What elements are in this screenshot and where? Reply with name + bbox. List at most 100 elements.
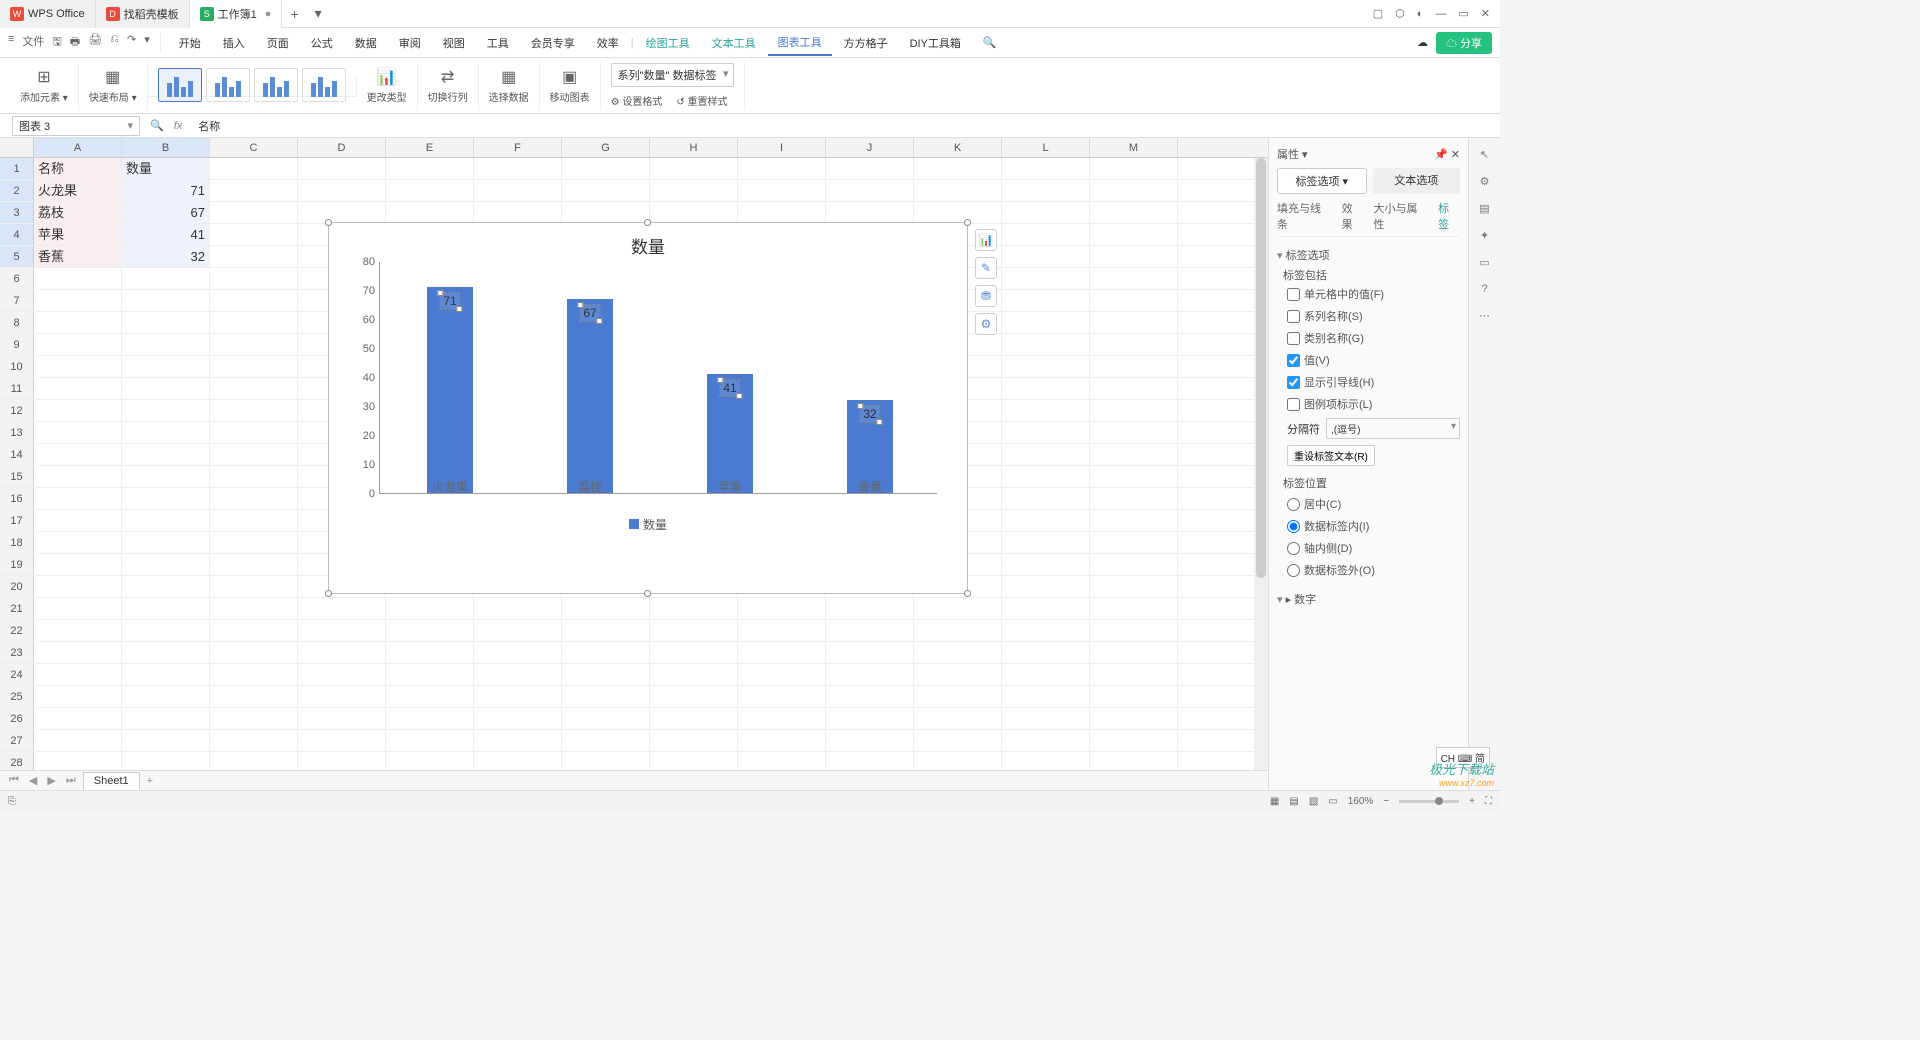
book-tool-icon[interactable]: ▭ (1479, 256, 1489, 269)
cell-M14[interactable] (1090, 444, 1178, 465)
cell-L14[interactable] (1002, 444, 1090, 465)
cell-F27[interactable] (474, 730, 562, 751)
chart-style-4[interactable] (302, 68, 346, 102)
row-header-17[interactable]: 17 (0, 510, 34, 531)
cell-M10[interactable] (1090, 356, 1178, 377)
cell-F26[interactable] (474, 708, 562, 729)
menu-charttools[interactable]: 图表工具 (768, 30, 832, 56)
data-label-2[interactable]: 41 (720, 380, 739, 396)
cell-B16[interactable] (122, 488, 210, 509)
cell-A14[interactable] (34, 444, 122, 465)
cell-A18[interactable] (34, 532, 122, 553)
cell-D26[interactable] (298, 708, 386, 729)
cell-B2[interactable]: 71 (122, 180, 210, 201)
cell-H24[interactable] (650, 664, 738, 685)
cell-I1[interactable] (738, 158, 826, 179)
cell-A25[interactable] (34, 686, 122, 707)
cell-D21[interactable] (298, 598, 386, 619)
check-3[interactable]: 值(V) (1277, 349, 1460, 371)
cell-B25[interactable] (122, 686, 210, 707)
cell-M3[interactable] (1090, 202, 1178, 223)
row-header-21[interactable]: 21 (0, 598, 34, 619)
reset-label-text-button[interactable]: 重设标签文本(R) (1287, 445, 1375, 466)
cell-M15[interactable] (1090, 466, 1178, 487)
col-header-H[interactable]: H (650, 138, 738, 157)
row-header-1[interactable]: 1 (0, 158, 34, 179)
cell-L24[interactable] (1002, 664, 1090, 685)
cell-A6[interactable] (34, 268, 122, 289)
cell-A16[interactable] (34, 488, 122, 509)
cell-G2[interactable] (562, 180, 650, 201)
cell-A4[interactable]: 苹果 (34, 224, 122, 245)
settings-tool-icon[interactable]: ⚙ (1480, 175, 1490, 188)
section-label-options[interactable]: 标签选项 (1277, 243, 1460, 267)
cell-J27[interactable] (826, 730, 914, 751)
cell-M4[interactable] (1090, 224, 1178, 245)
cell-G24[interactable] (562, 664, 650, 685)
cell-B3[interactable]: 67 (122, 202, 210, 223)
cell-F24[interactable] (474, 664, 562, 685)
cell-K2[interactable] (914, 180, 1002, 201)
radio-0[interactable]: 居中(C) (1277, 493, 1460, 515)
chart-style-2[interactable] (206, 68, 250, 102)
row-header-27[interactable]: 27 (0, 730, 34, 751)
cell-D24[interactable] (298, 664, 386, 685)
cell-G27[interactable] (562, 730, 650, 751)
print-preview-icon[interactable]: 🖨 (88, 33, 102, 52)
subtab-label[interactable]: 标签 (1438, 200, 1460, 232)
cell-H3[interactable] (650, 202, 738, 223)
select-all-corner[interactable] (0, 138, 34, 157)
close-icon[interactable]: ● (265, 8, 272, 20)
chart-side-edit-icon[interactable]: ✎ (975, 257, 997, 279)
cell-B20[interactable] (122, 576, 210, 597)
view-break-icon[interactable]: ▧ (1309, 796, 1318, 807)
cell-E25[interactable] (386, 686, 474, 707)
cell-D1[interactable] (298, 158, 386, 179)
cell-I27[interactable] (738, 730, 826, 751)
cell-I22[interactable] (738, 620, 826, 641)
ribbon-quick-layout[interactable]: ▦快速布局 ▾ (79, 62, 148, 110)
cell-C6[interactable] (210, 268, 298, 289)
cell-E27[interactable] (386, 730, 474, 751)
cell-M27[interactable] (1090, 730, 1178, 751)
cell-C26[interactable] (210, 708, 298, 729)
chart-bar-2[interactable]: 41 (707, 374, 753, 493)
data-label-0[interactable]: 71 (440, 293, 459, 309)
cell-L7[interactable] (1002, 290, 1090, 311)
radio-3[interactable]: 数据标签外(O) (1277, 559, 1460, 581)
menu-formula[interactable]: 公式 (301, 31, 343, 55)
subtab-effect[interactable]: 效果 (1342, 200, 1364, 232)
sheet-nav-next[interactable]: ▶ (44, 774, 58, 787)
cell-L16[interactable] (1002, 488, 1090, 509)
cell-K23[interactable] (914, 642, 1002, 663)
row-header-25[interactable]: 25 (0, 686, 34, 707)
cell-H27[interactable] (650, 730, 738, 751)
cell-J25[interactable] (826, 686, 914, 707)
menu-texttools[interactable]: 文本工具 (702, 31, 766, 55)
chart-side-type-icon[interactable]: 📊 (975, 229, 997, 251)
cell-K24[interactable] (914, 664, 1002, 685)
vertical-scrollbar[interactable] (1254, 158, 1268, 776)
cell-E22[interactable] (386, 620, 474, 641)
cell-B18[interactable] (122, 532, 210, 553)
cell-C27[interactable] (210, 730, 298, 751)
share-button[interactable]: ☁ 分享 (1436, 32, 1492, 54)
cell-C24[interactable] (210, 664, 298, 685)
row-header-20[interactable]: 20 (0, 576, 34, 597)
cell-L21[interactable] (1002, 598, 1090, 619)
subtab-fill[interactable]: 填充与线条 (1277, 200, 1332, 232)
row-header-13[interactable]: 13 (0, 422, 34, 443)
cell-M20[interactable] (1090, 576, 1178, 597)
cell-A26[interactable] (34, 708, 122, 729)
cell-F22[interactable] (474, 620, 562, 641)
cell-C13[interactable] (210, 422, 298, 443)
window-restore-icon[interactable]: ▢ (1373, 7, 1383, 20)
cell-B21[interactable] (122, 598, 210, 619)
cell-M23[interactable] (1090, 642, 1178, 663)
search-icon[interactable]: 🔍 (973, 32, 1007, 53)
chart-bar-1[interactable]: 67 (567, 299, 613, 493)
row-header-22[interactable]: 22 (0, 620, 34, 641)
chart-object[interactable]: 📊 ✎ ⛃ ⚙ 数量 01020304050607080 71 火龙果 67 荔… (328, 222, 968, 594)
row-header-14[interactable]: 14 (0, 444, 34, 465)
cell-L19[interactable] (1002, 554, 1090, 575)
